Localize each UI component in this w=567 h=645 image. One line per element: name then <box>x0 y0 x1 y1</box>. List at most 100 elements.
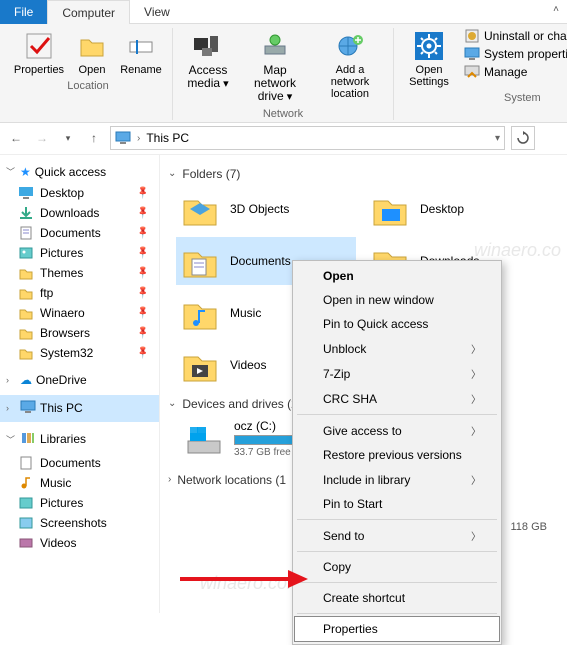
this-pc-icon <box>115 130 131 146</box>
ctx-separator <box>297 519 497 520</box>
back-button[interactable]: ← <box>6 128 26 148</box>
submenu-arrow-icon: 〉 <box>471 472 481 487</box>
sidebar-item-system32[interactable]: System32 <box>0 343 159 363</box>
ctx-pin-start[interactable]: Pin to Start <box>295 492 499 516</box>
sidebar-item-desktop[interactable]: Desktop <box>0 183 159 203</box>
properties-button[interactable]: Properties <box>10 28 68 78</box>
ctx-include-library[interactable]: Include in library〉 <box>295 467 499 492</box>
libraries-header[interactable]: ﹀ Libraries <box>0 426 159 453</box>
folder-icon <box>18 305 34 321</box>
folder-icon <box>18 265 34 281</box>
network-drive-icon <box>259 30 291 62</box>
library-screenshots[interactable]: Screenshots <box>0 513 159 533</box>
recent-locations-button[interactable]: ▾ <box>58 128 78 148</box>
folder-open-icon <box>76 30 108 62</box>
music-folder-icon <box>180 293 220 333</box>
library-documents[interactable]: Documents <box>0 453 159 473</box>
media-devices-icon <box>192 30 224 62</box>
ctx-send-to[interactable]: Send to〉 <box>295 523 499 548</box>
submenu-arrow-icon: 〉 <box>471 341 481 356</box>
monitor-icon <box>464 46 480 62</box>
drive-icon <box>184 419 224 459</box>
map-network-drive-button[interactable]: Map network drive ▾ <box>239 28 311 106</box>
ctx-pin-quick-access[interactable]: Pin to Quick access <box>295 312 499 336</box>
sidebar-item-documents[interactable]: Documents <box>0 223 159 243</box>
library-pictures[interactable]: Pictures <box>0 493 159 513</box>
ctx-give-access[interactable]: Give access to〉 <box>295 418 499 443</box>
tab-view[interactable]: View <box>130 0 184 24</box>
rename-button[interactable]: Rename <box>116 28 166 78</box>
open-settings-button[interactable]: Open Settings <box>400 28 458 90</box>
access-media-button[interactable]: Access media ▾ <box>179 28 237 92</box>
refresh-button[interactable] <box>511 126 535 150</box>
folder-3d-objects[interactable]: 3D Objects <box>176 185 356 233</box>
ctx-restore-versions[interactable]: Restore previous versions <box>295 443 499 467</box>
library-music[interactable]: Music <box>0 473 159 493</box>
sidebar-item-downloads[interactable]: Downloads <box>0 203 159 223</box>
this-pc-header[interactable]: › This PC <box>0 395 159 422</box>
address-dropdown-icon[interactable]: ▾ <box>495 133 500 144</box>
secondary-drive-size: 118 GB <box>511 521 548 533</box>
ribbon-tabs: File Computer View ˄ <box>0 0 567 24</box>
collapse-ribbon-icon[interactable]: ˄ <box>553 4 559 15</box>
ctx-7zip[interactable]: 7-Zip〉 <box>295 361 499 386</box>
tab-file[interactable]: File <box>0 0 47 24</box>
videos-folder-icon <box>180 345 220 385</box>
sidebar-item-ftp[interactable]: ftp <box>0 283 159 303</box>
up-button[interactable]: ↑ <box>84 128 104 148</box>
manage-icon <box>464 64 480 80</box>
address-bar[interactable]: › This PC ▾ <box>110 126 505 150</box>
screenshots-library-icon <box>18 515 34 531</box>
system-properties-button[interactable]: System properties <box>464 46 567 62</box>
add-network-location-button[interactable]: Add a network location <box>313 28 387 102</box>
group-location: Properties Open Rename Location <box>4 28 173 120</box>
ctx-unblock[interactable]: Unblock〉 <box>295 336 499 361</box>
sidebar-item-pictures[interactable]: Pictures <box>0 243 159 263</box>
ctx-open-new-window[interactable]: Open in new window <box>295 288 499 312</box>
documents-folder-icon <box>180 241 220 281</box>
open-button[interactable]: Open <box>70 28 114 78</box>
group-system: Open Settings Uninstall or change a prog… <box>394 28 567 120</box>
uninstall-program-button[interactable]: Uninstall or change a program <box>464 28 567 44</box>
folder-icon <box>18 325 34 341</box>
ctx-crc-sha[interactable]: CRC SHA〉 <box>295 386 499 411</box>
sidebar-item-browsers[interactable]: Browsers <box>0 323 159 343</box>
ctx-open[interactable]: Open <box>295 264 499 288</box>
ctx-separator <box>297 613 497 614</box>
folders-section-header[interactable]: ⌄ Folders (7) <box>168 167 557 181</box>
chevron-down-icon: ⌄ <box>168 168 176 179</box>
sidebar-item-winaero[interactable]: Winaero <box>0 303 159 323</box>
group-label-network: Network <box>263 108 303 120</box>
group-label-system: System <box>504 92 541 104</box>
rename-icon <box>125 30 157 62</box>
ctx-copy[interactable]: Copy <box>295 555 499 579</box>
address-location: This PC <box>146 131 189 145</box>
ctx-create-shortcut[interactable]: Create shortcut <box>295 586 499 610</box>
forward-button[interactable]: → <box>32 128 52 148</box>
ctx-separator <box>297 414 497 415</box>
library-videos[interactable]: Videos <box>0 533 159 553</box>
documents-icon <box>18 225 34 241</box>
search-box[interactable] <box>541 126 561 150</box>
ctx-separator <box>297 551 497 552</box>
annotation-arrow <box>180 568 310 590</box>
3d-objects-icon <box>180 189 220 229</box>
tab-computer[interactable]: Computer <box>47 0 130 24</box>
submenu-arrow-icon: 〉 <box>471 366 481 381</box>
chevron-right-icon[interactable]: › <box>137 133 140 144</box>
group-network: Access media ▾ Map network drive ▾ Add a… <box>173 28 394 120</box>
folder-desktop[interactable]: Desktop <box>366 185 546 233</box>
navigation-pane: ﹀ ★ Quick access Desktop Downloads Docum… <box>0 155 160 613</box>
onedrive-header[interactable]: › ☁ OneDrive <box>0 369 159 391</box>
libraries-icon <box>20 430 36 449</box>
documents-library-icon <box>18 455 34 471</box>
uninstall-icon <box>464 28 480 44</box>
manage-button[interactable]: Manage <box>464 64 567 80</box>
sidebar-item-themes[interactable]: Themes <box>0 263 159 283</box>
folder-icon <box>18 285 34 301</box>
submenu-arrow-icon: 〉 <box>471 423 481 438</box>
gear-icon <box>413 30 445 62</box>
ctx-properties[interactable]: Properties <box>295 617 499 641</box>
quick-access-header[interactable]: ﹀ ★ Quick access <box>0 161 159 183</box>
videos-library-icon <box>18 535 34 551</box>
